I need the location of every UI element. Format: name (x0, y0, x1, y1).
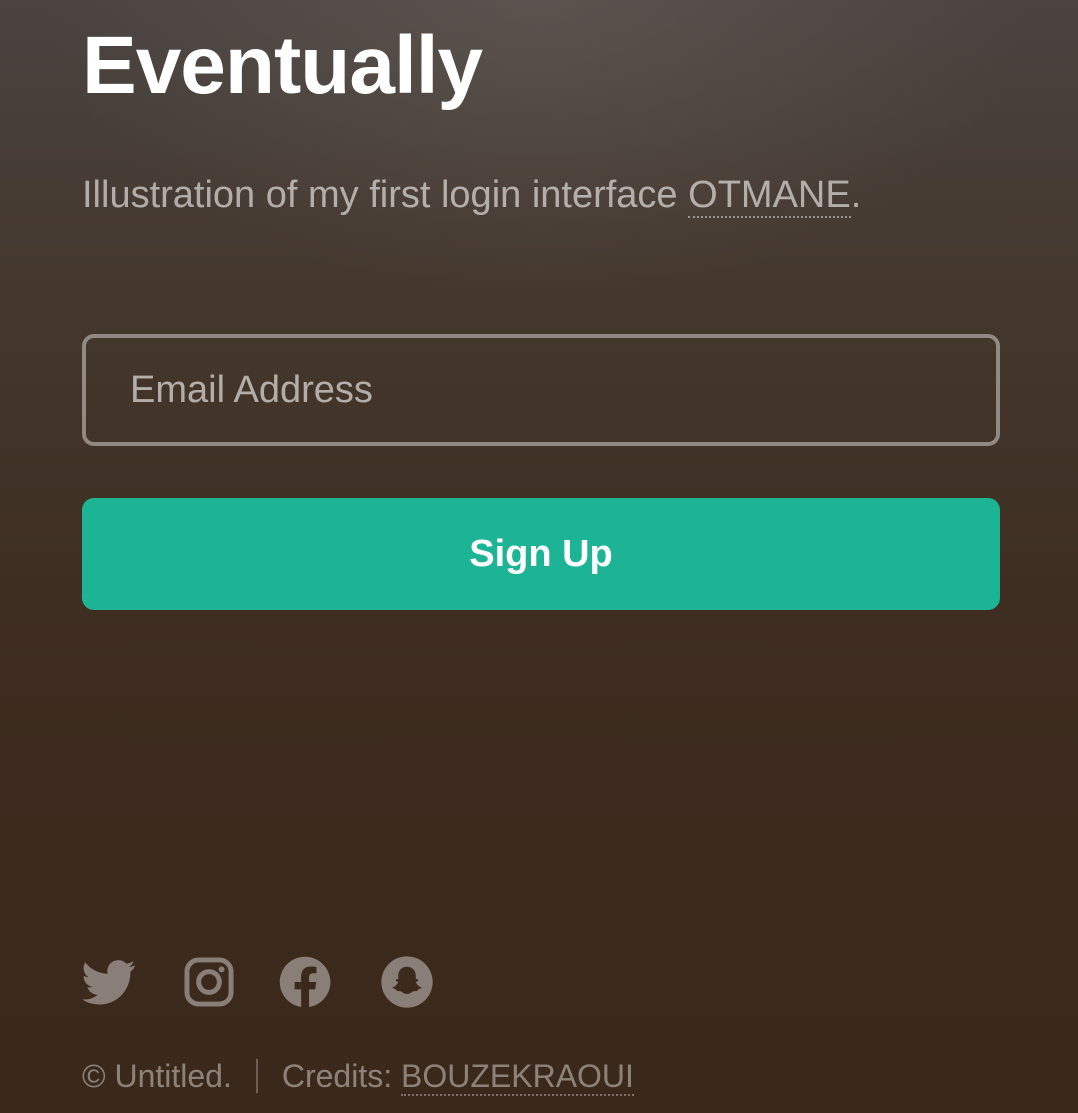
twitter-icon[interactable] (82, 955, 136, 1009)
facebook-icon[interactable] (278, 955, 332, 1009)
page-title: Eventually (82, 20, 483, 111)
copyright-text: © Untitled. (82, 1058, 232, 1094)
sign-up-button[interactable]: Sign Up (82, 498, 1000, 610)
snapchat-icon[interactable] (380, 955, 434, 1009)
instagram-icon[interactable] (182, 955, 236, 1009)
credits-link[interactable]: BOUZEKRAOUI (401, 1058, 634, 1096)
footer-divider (255, 1059, 258, 1093)
subtitle-text: Illustration of my first login interface (82, 174, 689, 216)
email-input[interactable] (86, 338, 996, 442)
email-field-box[interactable] (82, 334, 1000, 446)
author-link[interactable]: OTMANE (688, 174, 851, 218)
page-subtitle: Illustration of my first login interface… (82, 170, 861, 220)
subtitle-end: . (850, 174, 862, 216)
footer: © Untitled. Credits: BOUZEKRAOUI (82, 1056, 634, 1096)
credits-label: Credits: (281, 1058, 401, 1094)
